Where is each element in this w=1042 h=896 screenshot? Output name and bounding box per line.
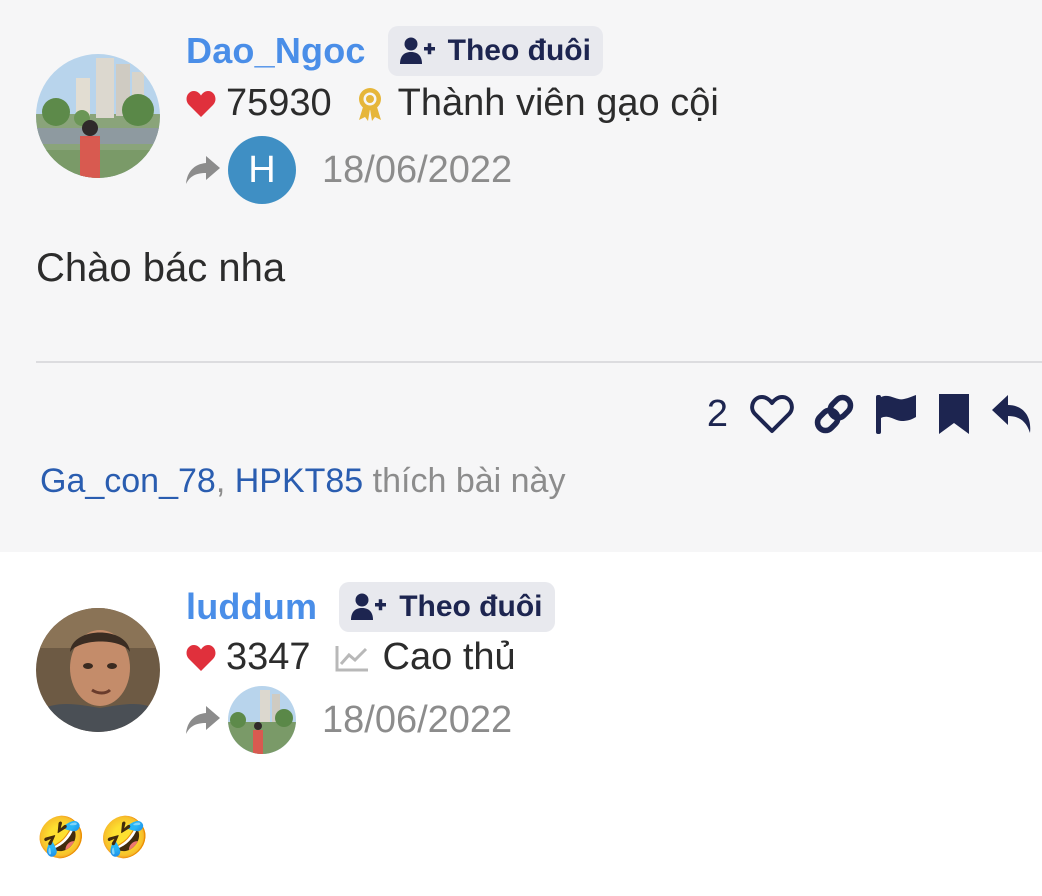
heart-icon bbox=[186, 644, 216, 671]
reply-to-avatar[interactable]: H bbox=[228, 136, 296, 204]
reaction-score: 3347 bbox=[226, 636, 311, 678]
reply-icon bbox=[992, 395, 1031, 433]
stats-row: 3347 Cao thủ bbox=[186, 636, 516, 679]
meta-row: H 18/06/2022 bbox=[186, 136, 512, 204]
author-row: luddum Theo đuôi bbox=[186, 582, 555, 632]
post-content: 🤣 🤣 bbox=[36, 814, 150, 861]
avatar-luddum[interactable] bbox=[36, 608, 160, 732]
share-icon bbox=[186, 156, 220, 184]
reply-to-avatar[interactable] bbox=[228, 686, 296, 754]
user-plus-icon bbox=[351, 593, 387, 620]
meta-row: 18/06/2022 bbox=[186, 686, 512, 754]
heart-icon bbox=[186, 90, 216, 117]
divider bbox=[36, 361, 1042, 363]
likers-separator: , bbox=[215, 462, 226, 500]
reply-button[interactable] bbox=[990, 393, 1034, 435]
follow-button[interactable]: Theo đuôi bbox=[339, 582, 555, 632]
liker-link[interactable]: HPKT85 bbox=[235, 462, 364, 500]
bookmark-icon bbox=[939, 394, 969, 434]
username[interactable]: Dao_Ngoc bbox=[186, 30, 366, 72]
member-rank: Thành viên gạo cội bbox=[397, 82, 719, 124]
post-luddum: luddum Theo đuôi 3347 Cao thủ 18/06/2022… bbox=[0, 552, 1042, 896]
chart-line-icon bbox=[335, 645, 368, 671]
post-date[interactable]: 18/06/2022 bbox=[322, 699, 512, 742]
liker-link[interactable]: Ga_con_78 bbox=[40, 462, 216, 500]
follow-label: Theo đuôi bbox=[399, 590, 543, 623]
post-date[interactable]: 18/06/2022 bbox=[322, 149, 512, 192]
rofl-emoji: 🤣 bbox=[99, 816, 150, 860]
author-row: Dao_Ngoc Theo đuôi bbox=[186, 26, 603, 76]
link-icon bbox=[814, 394, 854, 434]
post-dao-ngoc: Dao_Ngoc Theo đuôi 75930 Thành viên gạo … bbox=[0, 0, 1042, 552]
bookmark-button[interactable] bbox=[936, 392, 972, 436]
rofl-emoji: 🤣 bbox=[36, 816, 86, 860]
report-button[interactable] bbox=[874, 393, 918, 435]
like-count: 2 bbox=[706, 392, 728, 435]
award-icon bbox=[358, 87, 381, 121]
likers-line: Ga_con_78, HPKT85 thích bài này bbox=[40, 462, 565, 501]
member-rank: Cao thủ bbox=[382, 636, 516, 678]
user-plus-icon bbox=[399, 37, 435, 64]
reaction-score: 75930 bbox=[226, 82, 332, 124]
follow-label: Theo đuôi bbox=[447, 34, 591, 67]
post-content: Chào bác nha bbox=[36, 246, 286, 290]
link-button[interactable] bbox=[812, 392, 856, 436]
heart-outline-icon bbox=[750, 395, 794, 433]
reply-to-initial: H bbox=[248, 148, 276, 191]
like-button[interactable] bbox=[750, 394, 794, 434]
avatar-dao-ngoc[interactable] bbox=[36, 54, 160, 178]
flag-icon bbox=[876, 395, 916, 434]
username[interactable]: luddum bbox=[186, 586, 317, 628]
likers-suffix: thích bài này bbox=[372, 462, 566, 500]
post-actions: 2 bbox=[707, 392, 1034, 436]
share-icon bbox=[186, 706, 220, 734]
stats-row: 75930 Thành viên gạo cội bbox=[186, 82, 719, 125]
follow-button[interactable]: Theo đuôi bbox=[387, 26, 603, 76]
